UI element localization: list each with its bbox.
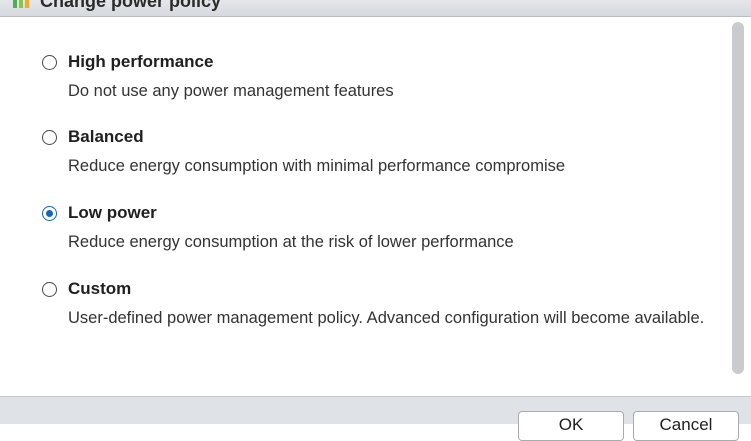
option-description: Reduce energy consumption with minimal p…	[68, 157, 566, 175]
option-label[interactable]: Balanced	[68, 127, 144, 147]
radio-high-performance[interactable]	[42, 55, 57, 70]
option-description: Do not use any power management features	[68, 82, 394, 100]
option-description: Reduce energy consumption at the risk of…	[68, 233, 514, 251]
cancel-button[interactable]: Cancel	[633, 411, 739, 441]
dialog-content: High performance Do not use any power ma…	[0, 17, 751, 395]
option-label[interactable]: High performance	[68, 52, 213, 72]
option-label[interactable]: Low power	[68, 203, 157, 223]
option-description: User-defined power management policy. Ad…	[68, 309, 705, 327]
vertical-scrollbar[interactable]	[732, 22, 744, 374]
radio-custom[interactable]	[42, 282, 57, 297]
dialog-footer: OK Cancel	[0, 396, 751, 441]
ok-button[interactable]: OK	[518, 411, 624, 441]
radio-low-power[interactable]	[42, 206, 57, 221]
dialog-title-bar: Change power policy	[0, 0, 751, 17]
option-label[interactable]: Custom	[68, 279, 131, 299]
radio-balanced[interactable]	[42, 130, 57, 145]
power-policy-icon	[12, 0, 30, 10]
dialog-title: Change power policy	[40, 0, 222, 11]
